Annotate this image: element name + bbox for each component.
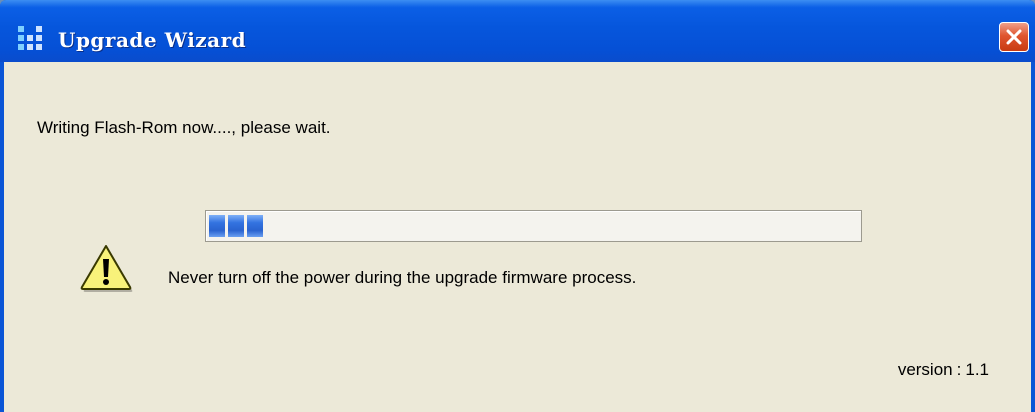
progress-bar: [205, 210, 862, 242]
progress-segment: [247, 215, 263, 237]
app-grid-icon: [18, 26, 48, 52]
progress-segment: [209, 215, 225, 237]
progress-segment: [228, 215, 244, 237]
upgrade-wizard-window: Upgrade Wizard Writing Flash-Rom now....…: [0, 0, 1035, 412]
progress-fill: [209, 215, 263, 237]
close-icon: [1006, 29, 1022, 45]
window-title: Upgrade Wizard: [58, 28, 247, 52]
warning-icon: [80, 245, 133, 292]
version-label-text: version: [897, 360, 953, 379]
version-label: version:1.1: [898, 360, 989, 380]
version-separator: :: [956, 360, 962, 379]
warning-message: Never turn off the power during the upgr…: [168, 268, 637, 287]
status-message: Writing Flash-Rom now...., please wait.: [37, 118, 331, 137]
close-button[interactable]: [999, 22, 1029, 52]
title-bar[interactable]: Upgrade Wizard: [0, 0, 1035, 62]
dialog-body: Writing Flash-Rom now...., please wait. …: [4, 62, 1031, 412]
version-value: 1.1: [965, 360, 989, 379]
